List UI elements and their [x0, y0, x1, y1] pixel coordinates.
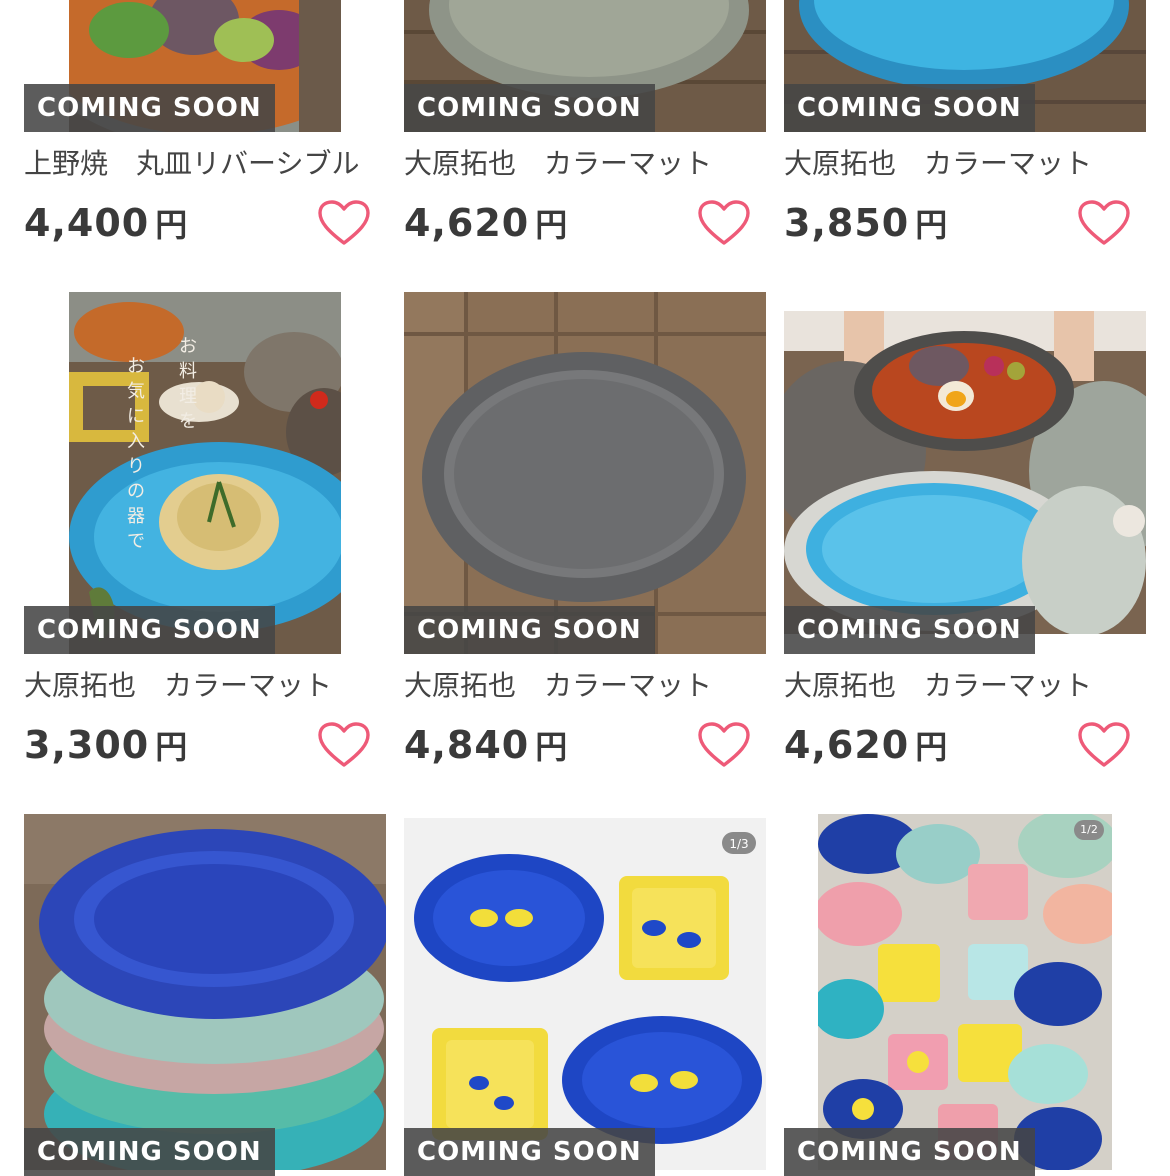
- slide-counter: 1/2: [1080, 823, 1098, 836]
- product-image[interactable]: お 料 理 を お 気 に 入 り の 器 で: [69, 292, 341, 654]
- svg-text:に: に: [127, 406, 145, 427]
- product-image[interactable]: [24, 814, 386, 1170]
- svg-text:料: 料: [179, 361, 197, 382]
- price-unit: 円: [155, 206, 188, 244]
- svg-text:で: で: [127, 531, 145, 552]
- coming-soon-badge: COMING SOON: [784, 1128, 1035, 1176]
- product-name[interactable]: 大原拓也 カラーマット: [784, 666, 1129, 706]
- product-image[interactable]: [784, 311, 1146, 634]
- product-name[interactable]: 大原拓也 カラーマット: [24, 666, 369, 706]
- favorite-heart-icon[interactable]: [318, 722, 370, 768]
- coming-soon-badge: COMING SOON: [24, 84, 275, 132]
- price-value: 4,840: [404, 723, 530, 767]
- favorite-heart-icon[interactable]: [318, 200, 370, 246]
- product-name[interactable]: 上野焼 丸皿リバーシブル: [24, 144, 369, 184]
- product-price: 4,620 円: [784, 720, 947, 770]
- coming-soon-badge: COMING SOON: [24, 606, 275, 654]
- coming-soon-badge: COMING SOON: [784, 84, 1035, 132]
- favorite-heart-icon[interactable]: [698, 200, 750, 246]
- product-price: 4,840 円: [404, 720, 567, 770]
- coming-soon-badge: COMING SOON: [784, 606, 1035, 654]
- product-image[interactable]: 1/2: [818, 814, 1112, 1170]
- price-value: 4,620: [784, 723, 910, 767]
- price-unit: 円: [535, 206, 568, 244]
- svg-text:器: 器: [127, 506, 145, 527]
- svg-text:気: 気: [127, 381, 145, 402]
- favorite-heart-icon[interactable]: [1078, 200, 1130, 246]
- svg-text:り: り: [127, 456, 145, 477]
- coming-soon-badge: COMING SOON: [404, 1128, 655, 1176]
- price-unit: 円: [915, 206, 948, 244]
- product-image[interactable]: 1/3: [404, 818, 766, 1170]
- svg-text:お: お: [179, 336, 197, 357]
- product-name[interactable]: 大原拓也 カラーマット: [404, 666, 749, 706]
- price-value: 3,850: [784, 201, 910, 245]
- favorite-heart-icon[interactable]: [1078, 722, 1130, 768]
- coming-soon-badge: COMING SOON: [24, 1128, 275, 1176]
- svg-text:を: を: [179, 411, 197, 432]
- price-unit: 円: [155, 728, 188, 766]
- coming-soon-badge: COMING SOON: [404, 84, 655, 132]
- product-price: 3,300 円: [24, 720, 187, 770]
- product-price: 3,850 円: [784, 198, 947, 248]
- product-price: 4,620 円: [404, 198, 567, 248]
- product-name[interactable]: 大原拓也 カラーマット: [404, 144, 749, 184]
- product-name[interactable]: 大原拓也 カラーマット: [784, 144, 1129, 184]
- price-unit: 円: [535, 728, 568, 766]
- price-value: 3,300: [24, 723, 150, 767]
- svg-text:お: お: [127, 356, 145, 377]
- slide-counter: 1/3: [729, 837, 749, 851]
- price-value: 4,620: [404, 201, 530, 245]
- svg-text:理: 理: [179, 386, 197, 407]
- product-price: 4,400 円: [24, 198, 187, 248]
- svg-text:入: 入: [127, 431, 145, 452]
- favorite-heart-icon[interactable]: [698, 722, 750, 768]
- price-value: 4,400: [24, 201, 150, 245]
- price-unit: 円: [915, 728, 948, 766]
- product-image[interactable]: [404, 292, 766, 654]
- svg-text:の: の: [127, 481, 145, 502]
- coming-soon-badge: COMING SOON: [404, 606, 655, 654]
